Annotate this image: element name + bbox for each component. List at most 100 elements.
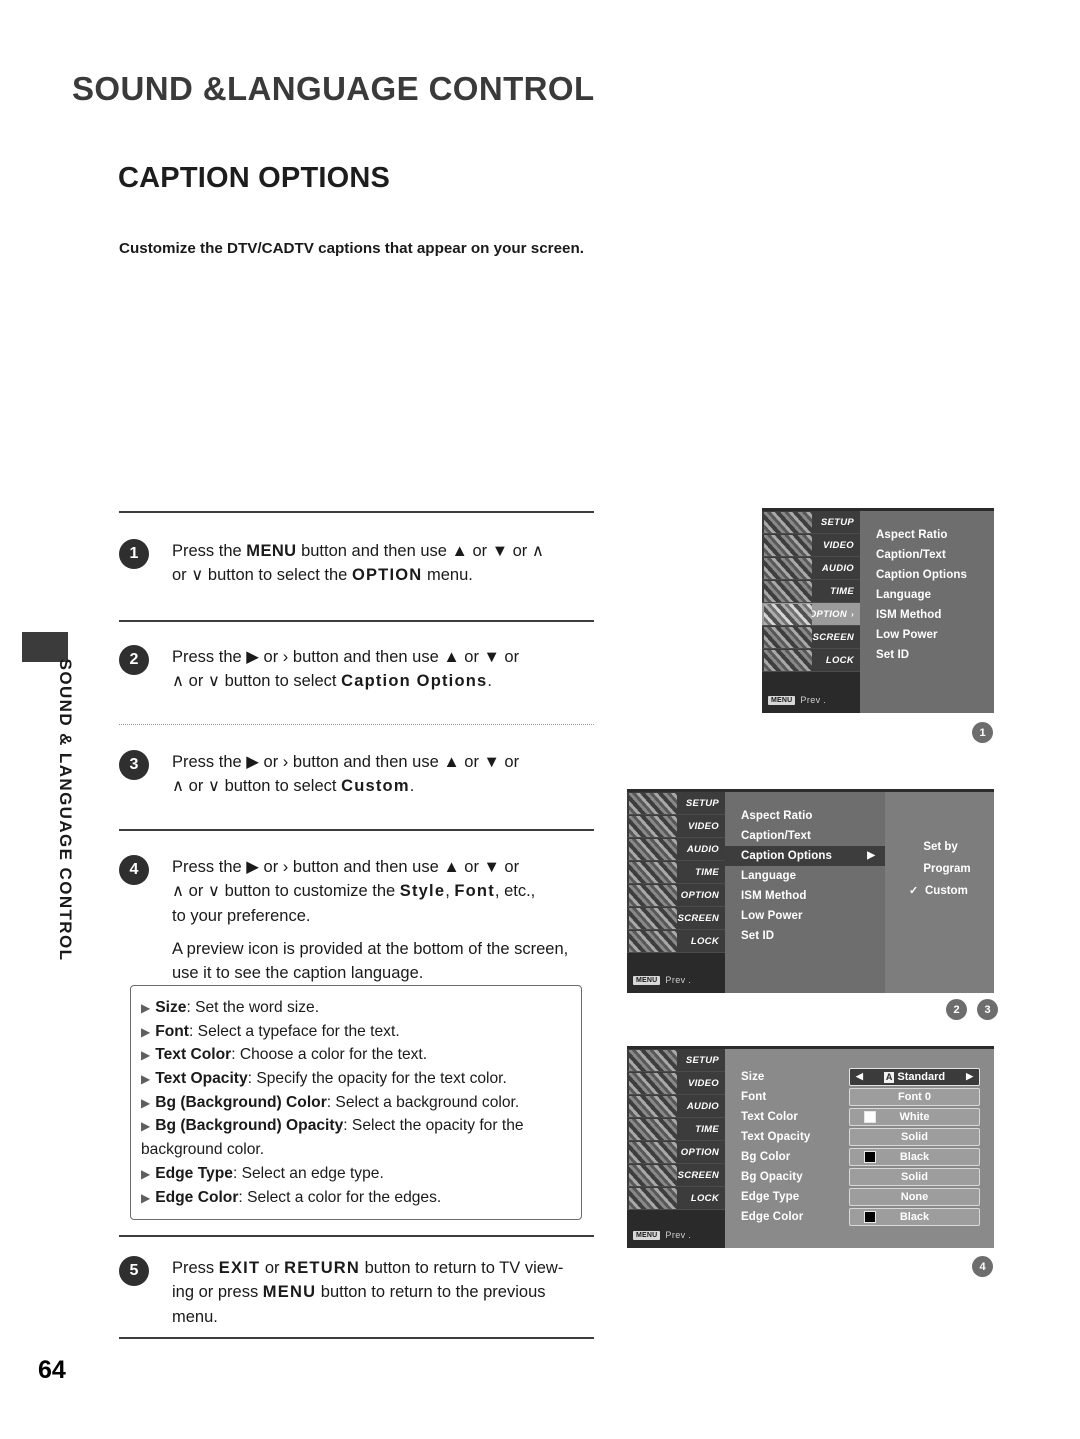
- osd-sidebar-item-setup[interactable]: SETUP: [627, 1049, 725, 1072]
- osd-menu-item-aspect-ratio[interactable]: Aspect Ratio: [741, 806, 885, 826]
- setting-value-bg-opacity[interactable]: Solid: [849, 1167, 980, 1186]
- osd-sidebar: SETUP VIDEO AUDIO TIME OPTION › SCREEN LO…: [762, 511, 860, 713]
- setting-value-text-opacity[interactable]: Solid: [849, 1127, 980, 1146]
- setup-thumbnail-icon: [764, 512, 812, 533]
- lock-thumbnail-icon: [629, 931, 677, 952]
- osd-menu-item-caption-text[interactable]: Caption/Text: [876, 545, 994, 565]
- time-thumbnail-icon: [764, 581, 812, 602]
- step-text-part: Press the ▶ or › button and then use ▲ o…: [172, 858, 520, 876]
- osd-menu-item-caption-text[interactable]: Caption/Text: [741, 826, 885, 846]
- osd-prev-hint: MENU Prev .: [627, 967, 725, 993]
- list-item: ▶ Bg (Background) Color: Select a backgro…: [141, 1091, 575, 1115]
- osd-sidebar-item-setup[interactable]: SETUP: [627, 792, 725, 815]
- osd-sidebar-item-audio[interactable]: AUDIO: [627, 838, 725, 861]
- setting-row-text-opacity: Text Opacity Solid: [741, 1127, 980, 1146]
- osd-sidebar-item-lock[interactable]: LOCK: [627, 1187, 725, 1210]
- menu-key-icon: MENU: [633, 975, 661, 985]
- checkmark-icon: ✓: [909, 885, 919, 897]
- osd-menu-item-label: Caption Options: [741, 850, 832, 862]
- setting-value-edge-type[interactable]: None: [849, 1187, 980, 1206]
- setting-value-bg-color[interactable]: Black: [849, 1147, 980, 1166]
- setting-value-edge-color[interactable]: Black: [849, 1207, 980, 1226]
- osd-prev-label: Prev .: [665, 975, 692, 985]
- osd-sidebar-label: SETUP: [820, 516, 854, 528]
- osd-sidebar-item-lock[interactable]: LOCK: [627, 930, 725, 953]
- lock-thumbnail-icon: [629, 1188, 677, 1209]
- osd-sidebar-label: SETUP: [685, 797, 719, 809]
- osd-sidebar-label: VIDEO: [822, 539, 854, 551]
- setting-row-bg-color: Bg Color Black: [741, 1147, 980, 1166]
- osd-sidebar-item-time[interactable]: TIME: [762, 580, 860, 603]
- setting-value-size[interactable]: ◀ A Standard ▶: [849, 1067, 980, 1086]
- screen-thumbnail-icon: [629, 908, 677, 929]
- osd-menu-item-caption-options[interactable]: Caption Options: [876, 565, 994, 585]
- osd-sidebar-item-time[interactable]: TIME: [627, 1118, 725, 1141]
- osd-sidebar-item-time[interactable]: TIME: [627, 861, 725, 884]
- osd-sidebar-label: VIDEO: [687, 1077, 719, 1089]
- bullet-term: Bg (Background) Opacity: [155, 1117, 344, 1135]
- osd-screenshot-option-menu: SETUP VIDEO AUDIO TIME OPTION › SCREEN LO…: [762, 508, 994, 713]
- step-text-part: or: [260, 1259, 285, 1277]
- osd-sidebar-item-option[interactable]: OPTION ›: [762, 603, 860, 626]
- osd-sidebar-label: SETUP: [685, 1054, 719, 1066]
- osd-sidebar-item-screen[interactable]: SCREEN: [627, 1164, 725, 1187]
- bullet-term: Edge Color: [155, 1188, 239, 1206]
- setting-label: Size: [741, 1070, 765, 1083]
- osd-menu-item-language[interactable]: Language: [741, 866, 885, 886]
- osd-screenshot-custom-settings: SETUP VIDEO AUDIO TIME OPTION SCREEN LOC…: [627, 1046, 994, 1248]
- osd-sidebar-item-screen[interactable]: SCREEN: [627, 907, 725, 930]
- osd-menu-item-language[interactable]: Language: [876, 585, 994, 605]
- osd-submenu-item-custom[interactable]: ✓ Custom: [909, 880, 994, 902]
- triangle-bullet-icon: ▶: [141, 1095, 151, 1110]
- step-4: 4 Press the ▶ or › button and then use ▲…: [119, 855, 599, 985]
- arrow-left-icon[interactable]: ◀: [856, 1071, 863, 1082]
- step-text-part: .: [487, 672, 492, 691]
- setting-label: Text Opacity: [741, 1130, 811, 1143]
- osd-sidebar-label: VIDEO: [687, 820, 719, 832]
- osd-caption-options-submenu: Set by Program ✓ Custom: [885, 792, 994, 993]
- time-thumbnail-icon: [629, 1119, 677, 1140]
- caret-right-icon: ▶: [867, 850, 875, 861]
- bullet-desc: : Select a color for the edges.: [238, 1188, 442, 1206]
- step-text-part: Press the ▶ or › button and then use ▲ o…: [172, 648, 520, 666]
- osd-menu-item-low-power[interactable]: Low Power: [741, 906, 885, 926]
- osd-sidebar-item-video[interactable]: VIDEO: [627, 1072, 725, 1095]
- bullet-term: Edge Type: [155, 1164, 233, 1182]
- step-keyword: MENU: [262, 1283, 317, 1302]
- color-swatch-black-icon: [864, 1210, 876, 1223]
- osd-menu-item-caption-options[interactable]: Caption Options ▶: [725, 846, 885, 866]
- triangle-bullet-icon: ▶: [141, 1048, 151, 1063]
- osd-submenu-item-set-by-program[interactable]: Set by Program: [909, 836, 994, 880]
- setup-thumbnail-icon: [629, 793, 677, 814]
- osd-menu-item-ism-method[interactable]: ISM Method: [741, 886, 885, 906]
- osd-sidebar-item-option[interactable]: OPTION: [627, 1141, 725, 1164]
- osd-sidebar-item-audio[interactable]: AUDIO: [762, 557, 860, 580]
- osd-sidebar-item-audio[interactable]: AUDIO: [627, 1095, 725, 1118]
- osd-option-list: Aspect Ratio Caption/Text Caption Option…: [860, 511, 994, 713]
- step-keyword: EXIT: [218, 1259, 261, 1277]
- osd-menu-item-set-id[interactable]: Set ID: [876, 645, 994, 665]
- setting-value-font[interactable]: Font 0: [849, 1087, 980, 1106]
- menu-key-icon: MENU: [768, 695, 796, 705]
- osd-menu-item-aspect-ratio[interactable]: Aspect Ratio: [876, 525, 994, 545]
- osd-menu-item-ism-method[interactable]: ISM Method: [876, 605, 994, 625]
- divider: [119, 829, 594, 831]
- osd-sidebar-item-lock[interactable]: LOCK: [762, 649, 860, 672]
- step-text-part: ,: [445, 882, 455, 901]
- divider-dotted: [119, 724, 594, 725]
- step-text-part: button to return to TV view-: [360, 1259, 564, 1277]
- osd-prev-hint: MENU Prev .: [627, 1222, 725, 1248]
- arrow-right-icon[interactable]: ▶: [966, 1071, 973, 1082]
- osd-menu-item-low-power[interactable]: Low Power: [876, 625, 994, 645]
- osd-sidebar-item-option[interactable]: OPTION: [627, 884, 725, 907]
- osd-sidebar-item-video[interactable]: VIDEO: [762, 534, 860, 557]
- osd-menu-item-set-id[interactable]: Set ID: [741, 926, 885, 946]
- bullet-term: Text Opacity: [155, 1070, 248, 1088]
- osd-sidebar-item-video[interactable]: VIDEO: [627, 815, 725, 838]
- step-text-part: or ∨ button to select the: [172, 566, 352, 585]
- osd-badge-1: 1: [972, 722, 993, 743]
- osd-sidebar-item-setup[interactable]: SETUP: [762, 511, 860, 534]
- setting-value-text-color[interactable]: White: [849, 1107, 980, 1126]
- screen-thumbnail-icon: [629, 1165, 677, 1186]
- osd-sidebar-item-screen[interactable]: SCREEN: [762, 626, 860, 649]
